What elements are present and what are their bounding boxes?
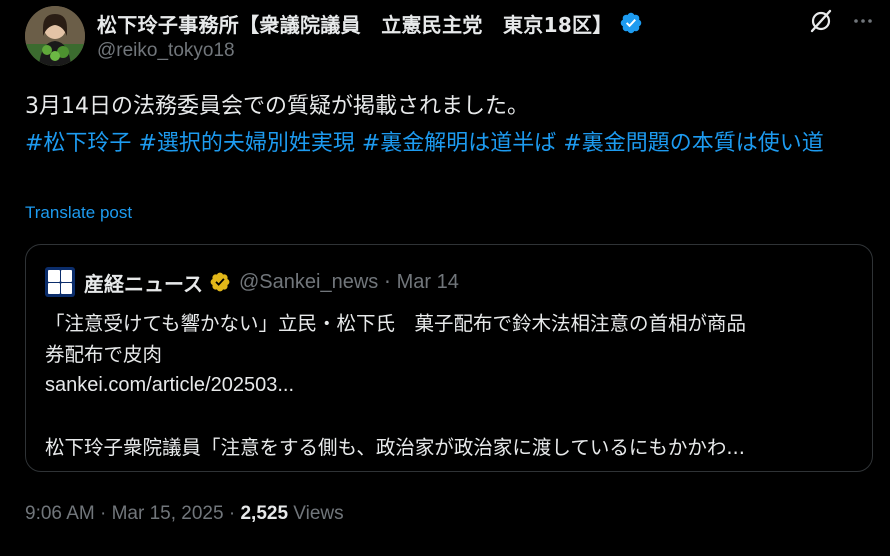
quoted-text-line: 券配布で皮肉 (45, 343, 163, 366)
post-actions-top (808, 8, 874, 34)
hashtag-link[interactable]: #裏金解明は道半ば (362, 131, 556, 156)
post-text: 3月14日の法務委員会での質疑が掲載されました。 #松下玲子 #選択的夫婦別姓実… (25, 88, 865, 162)
hashtag-link[interactable]: #裏金問題の本質は使い道 (563, 131, 823, 156)
quoted-post-date[interactable]: Mar 14 (397, 271, 459, 294)
avatar-photo (25, 6, 85, 66)
quoted-author-name[interactable]: 産経ニュース (84, 268, 203, 297)
gold-verified-badge-icon[interactable] (209, 271, 231, 293)
post-meta: 9:06 AM · Mar 15, 2025 · 2,525 Views (25, 503, 344, 525)
verified-badge-icon[interactable] (619, 11, 643, 35)
post-hashtags: #松下玲子 #選択的夫婦別姓実現 #裏金解明は道半ば #裏金問題の本質は使い道 (25, 125, 865, 162)
post-date[interactable]: Mar 15, 2025 (112, 503, 224, 524)
avatar[interactable] (25, 6, 85, 66)
meta-separator: · (228, 503, 236, 524)
quoted-article-link[interactable]: sankei.com/article/202503... (45, 370, 860, 401)
quoted-post-text: 「注意受けても響かない」立民・松下氏 菓子配布で鈴木法相注意の首相が商品 券配布… (45, 308, 860, 463)
quoted-text-line: 松下玲子衆院議員「注意をする側も、政治家が政治家に渡しているにもかかわ... (45, 436, 745, 459)
post-time[interactable]: 9:06 AM (25, 503, 95, 524)
hashtag-link[interactable]: #選択的夫婦別姓実現 (138, 131, 354, 156)
quoted-post-header: 産経ニュース @Sankei_news · Mar 14 (45, 267, 459, 297)
quoted-separator: · (384, 270, 391, 294)
meta-separator: · (100, 503, 107, 524)
grok-icon[interactable] (808, 8, 834, 34)
translate-post-link[interactable]: Translate post (25, 203, 132, 223)
post-text-line: 3月14日の法務委員会での質疑が掲載されました。 (25, 94, 529, 119)
post: 松下玲子事務所【衆議院議員 立憲民主党 東京18区】 @reiko_tokyo1… (0, 0, 890, 556)
author-display-name[interactable]: 松下玲子事務所【衆議院議員 立憲民主党 東京18区】 (97, 9, 613, 38)
more-icon[interactable] (852, 10, 874, 32)
quoted-author-handle[interactable]: @Sankei_news (239, 271, 378, 294)
views-label: Views (293, 503, 344, 524)
author-block: 松下玲子事務所【衆議院議員 立憲民主党 東京18区】 @reiko_tokyo1… (97, 8, 643, 62)
hashtag-link[interactable]: #松下玲子 (25, 131, 131, 156)
sankei-logo-avatar[interactable] (45, 267, 75, 297)
quoted-text-line: 「注意受けても響かない」立民・松下氏 菓子配布で鈴木法相注意の首相が商品 (45, 312, 747, 335)
quoted-post-card[interactable]: 産経ニュース @Sankei_news · Mar 14 「注意受けても響かない… (25, 244, 873, 472)
views-count: 2,525 (240, 503, 289, 524)
quoted-blank-line (45, 401, 860, 432)
author-handle[interactable]: @reiko_tokyo18 (97, 40, 643, 62)
